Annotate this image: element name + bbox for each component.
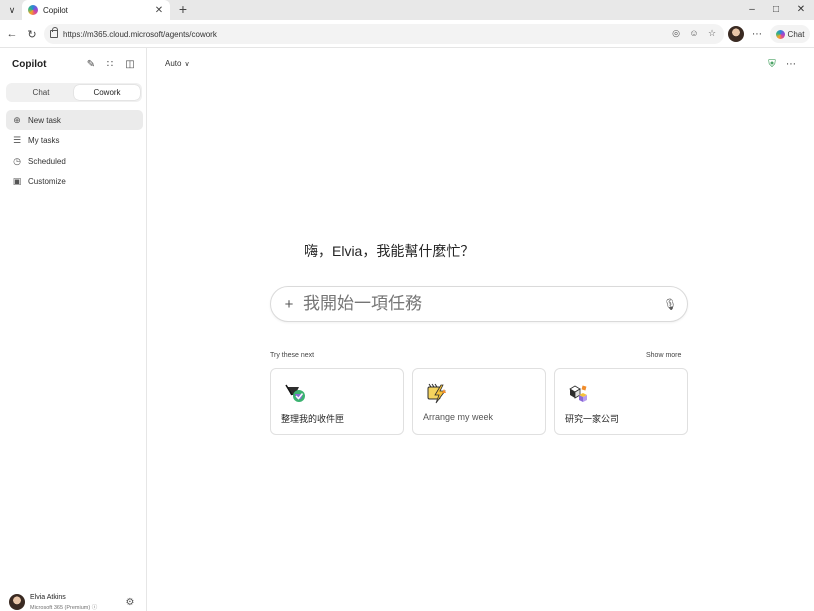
chat-button-label: Chat (787, 29, 805, 39)
suggestion-card-research[interactable]: 研究一家公司 (554, 368, 688, 435)
browser-chat-button[interactable]: Chat (770, 25, 810, 43)
brand-title: Copilot (12, 59, 47, 70)
suggestion-card-label: Arrange my week (423, 412, 494, 422)
copilot-favicon-icon (28, 5, 38, 15)
address-bar-row: ← ↻ https://m365.cloud.microsoft/agents/… (0, 20, 814, 48)
settings-gear-icon[interactable]: ⚙ (124, 596, 136, 608)
list-icon: ☰ (12, 135, 22, 145)
suggestion-card-label: 研究一家公司 (565, 414, 620, 424)
model-select-value: Auto (165, 59, 182, 68)
suggestion-cards: 整理我的收件匣 Arrange my week 研究一家公司 (270, 368, 688, 435)
prompt-composer: + 🎙 (270, 286, 688, 322)
new-tab-icon[interactable]: + (176, 1, 190, 17)
tab-list-chevron-icon[interactable]: ∨ (4, 2, 20, 18)
segment-chat[interactable]: Chat (8, 85, 74, 100)
chevron-down-icon: ∨ (184, 60, 190, 68)
minimize-icon[interactable]: – (740, 1, 764, 17)
window-close-icon[interactable]: ✕ (789, 1, 813, 17)
suggestion-card-week[interactable]: Arrange my week (412, 368, 546, 435)
show-more-link[interactable]: Show more (646, 352, 681, 359)
sidebar-item-scheduled[interactable]: ◷ Scheduled (6, 151, 143, 171)
sidebar-item-new-task[interactable]: ⊕ New task (6, 110, 143, 130)
sidebar-item-label: New task (28, 115, 61, 125)
lock-icon (50, 27, 58, 38)
apps-grid-icon[interactable]: ∷ (104, 58, 116, 70)
prompt-input[interactable] (303, 293, 653, 315)
maximize-icon[interactable]: □ (764, 1, 788, 17)
url-field[interactable]: https://m365.cloud.microsoft/agents/cowo… (44, 24, 724, 44)
sidebar-nav: ⊕ New task ☰ My tasks ◷ Scheduled ▣ Cust… (6, 110, 143, 192)
user-plan: Microsoft 365 (Premium) ⓘ (30, 603, 97, 611)
new-chat-edit-icon[interactable]: ✎ (85, 58, 97, 70)
sidebar-item-label: Customize (28, 177, 66, 186)
sidebar-item-customize[interactable]: ▣ Customize (6, 172, 143, 192)
suggestion-card-inbox[interactable]: 整理我的收件匣 (270, 368, 404, 435)
shield-check-icon[interactable]: ⛨ (766, 58, 778, 71)
sidebar-toggle-icon[interactable]: ◫ (124, 58, 136, 70)
info-icon[interactable]: ⓘ (92, 605, 98, 611)
copilot-icon (775, 29, 785, 39)
sidebar-item-label: Scheduled (28, 156, 66, 166)
segment-cowork[interactable]: Cowork (74, 85, 140, 100)
tab-title: Copilot (43, 5, 68, 15)
close-tab-icon[interactable]: ✕ (152, 5, 166, 16)
greeting-heading: 嗨，Elvia，我能幫什麼忙？ (304, 243, 475, 259)
mode-segmented-control: Chat Cowork (6, 83, 142, 102)
browser-tab[interactable]: Copilot ✕ (22, 0, 170, 20)
favorite-star-icon[interactable]: ☆ (706, 27, 718, 39)
url-text: https://m365.cloud.microsoft/agents/cowo… (63, 29, 217, 39)
plus-circle-icon: ⊕ (13, 114, 21, 125)
inbox-organize-icon (285, 384, 305, 402)
tracking-prevention-icon[interactable]: ◎ (670, 27, 682, 39)
briefcase-icon: ▣ (12, 176, 22, 186)
sidebar-item-my-tasks[interactable]: ☰ My tasks (6, 131, 143, 151)
add-attachment-plus-icon[interactable]: + (281, 296, 297, 313)
refresh-icon[interactable]: ↻ (24, 26, 40, 42)
user-name: Elvia Atkins (30, 594, 66, 601)
user-plan-text: Microsoft 365 (Premium) (30, 605, 91, 611)
try-these-next-label: Try these next (270, 352, 315, 359)
main-area: Auto ∨ ⛨ ⋯ 嗨，Elvia，我能幫什麼忙？ + 🎙 Try these… (148, 48, 814, 611)
microphone-icon[interactable]: 🎙 (663, 297, 677, 311)
avatar[interactable] (9, 594, 25, 610)
reader-icon[interactable]: ☺ (688, 27, 700, 39)
sidebar: Copilot ✎ ∷ ◫ Chat Cowork ⊕ New task ☰ M… (0, 48, 147, 611)
suggestion-card-label: 整理我的收件匣 (281, 414, 345, 424)
browser-tab-bar: ∨ Copilot ✕ + – □ ✕ (0, 0, 814, 20)
calendar-lightning-icon (427, 383, 446, 404)
research-cubes-icon (569, 385, 587, 402)
browser-more-icon[interactable]: ⋯ (750, 26, 764, 42)
clock-icon: ◷ (13, 155, 21, 166)
sidebar-item-label: My tasks (28, 136, 60, 145)
browser-profile-avatar[interactable] (728, 26, 744, 42)
model-select[interactable]: Auto ∨ (165, 59, 190, 68)
back-arrow-icon[interactable]: ← (4, 26, 20, 42)
more-options-icon[interactable]: ⋯ (785, 58, 797, 71)
